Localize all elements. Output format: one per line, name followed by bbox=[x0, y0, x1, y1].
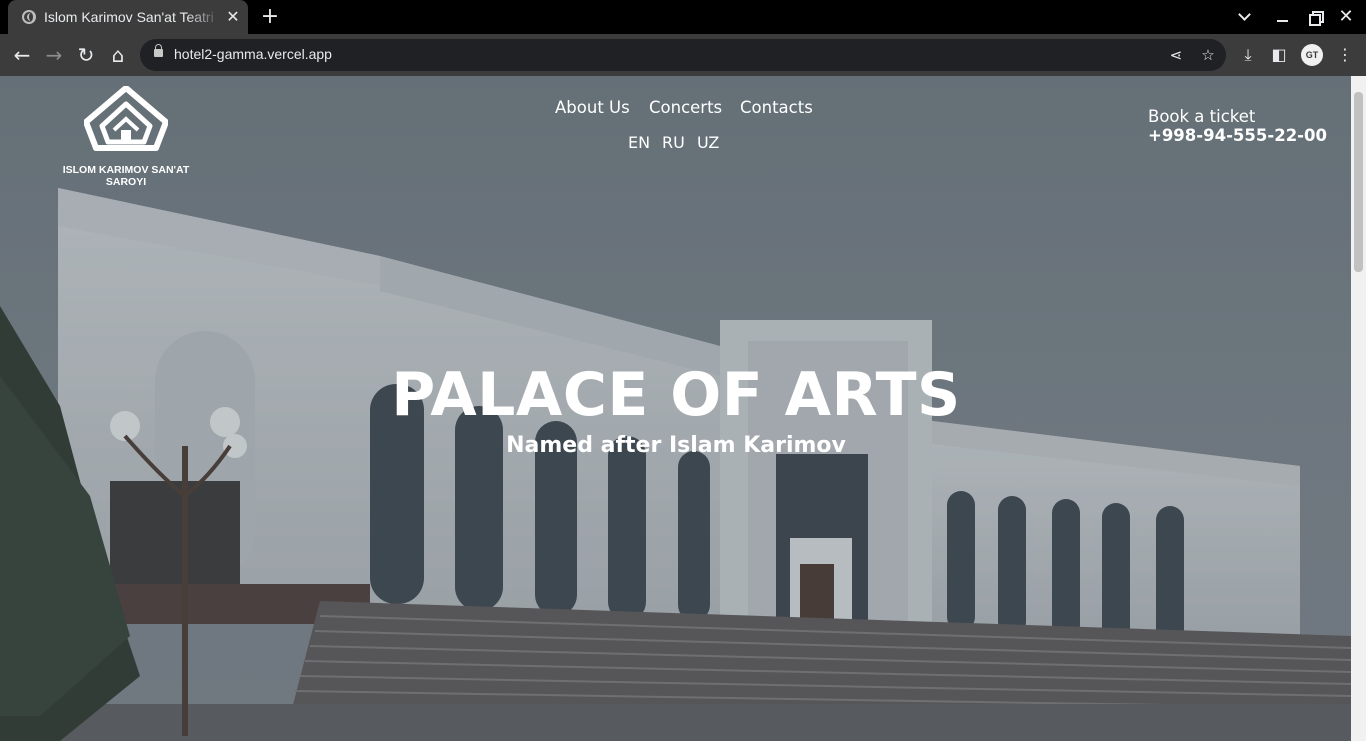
back-arrow-icon[interactable]: ← bbox=[9, 42, 35, 68]
profile-avatar[interactable]: GT bbox=[1301, 44, 1323, 66]
language-switcher: EN RU UZ bbox=[620, 133, 730, 153]
minimize-window-button[interactable] bbox=[1272, 6, 1294, 28]
page-scrollbar[interactable] bbox=[1351, 76, 1366, 741]
restore-window-button[interactable] bbox=[1304, 6, 1326, 28]
globe-icon bbox=[22, 10, 36, 24]
home-icon[interactable]: ⌂ bbox=[105, 42, 131, 68]
palace-logo-icon bbox=[84, 86, 168, 151]
browser-menu-icon[interactable]: ⋮ bbox=[1334, 44, 1356, 66]
share-icon[interactable]: ⋖ bbox=[1166, 45, 1186, 65]
main-nav: About Us Concerts Contacts bbox=[545, 98, 825, 120]
scrollbar-thumb[interactable] bbox=[1354, 92, 1363, 272]
bookmark-star-icon[interactable]: ☆ bbox=[1198, 45, 1218, 65]
hero-title: PALACE OF ARTS bbox=[391, 360, 961, 430]
lang-en[interactable]: EN bbox=[628, 133, 650, 152]
tab-title: Islom Karimov San'at Teatri bbox=[44, 9, 214, 25]
tab-search-chevron-icon[interactable] bbox=[1234, 6, 1256, 28]
lang-ru[interactable]: RU bbox=[662, 133, 685, 152]
download-icon[interactable]: ⤓ bbox=[1237, 44, 1259, 66]
reload-icon[interactable]: ↻ bbox=[73, 42, 99, 68]
nav-contacts[interactable]: Contacts bbox=[740, 98, 813, 117]
side-panel-icon[interactable]: ◧ bbox=[1268, 44, 1290, 66]
address-bar[interactable]: hotel2-gamma.vercel.app ⋖ ☆ bbox=[140, 39, 1226, 71]
close-tab-icon[interactable]: ✕ bbox=[224, 8, 242, 26]
logo-text: ISLOM KARIMOV SAN'AT SAROYI bbox=[62, 164, 190, 188]
book-ticket-label: Book a ticket bbox=[1148, 107, 1256, 126]
hero-subtitle: Named after Islam Karimov bbox=[506, 433, 846, 458]
ticket-phone-link[interactable]: +998-94-555-22-00 bbox=[1148, 126, 1327, 145]
browser-toolbar: ← → ↻ ⌂ hotel2-gamma.vercel.app ⋖ ☆ ⤓ ◧ … bbox=[0, 34, 1366, 76]
url-text[interactable]: hotel2-gamma.vercel.app bbox=[174, 46, 332, 62]
nav-about-us[interactable]: About Us bbox=[555, 98, 630, 117]
browser-tab-strip: Islom Karimov San'at Teatri ✕ + ✕ bbox=[0, 0, 1366, 34]
lang-uz[interactable]: UZ bbox=[697, 133, 719, 152]
lock-icon[interactable] bbox=[154, 44, 163, 57]
close-window-button[interactable]: ✕ bbox=[1335, 6, 1357, 28]
forward-arrow-icon[interactable]: → bbox=[41, 42, 67, 68]
site-logo[interactable]: ISLOM KARIMOV SAN'AT SAROYI bbox=[50, 86, 202, 188]
browser-tab[interactable]: Islom Karimov San'at Teatri ✕ bbox=[8, 0, 248, 34]
new-tab-button[interactable]: + bbox=[258, 5, 282, 29]
nav-concerts[interactable]: Concerts bbox=[649, 98, 722, 117]
page-viewport: ISLOM KARIMOV SAN'AT SAROYI About Us Con… bbox=[0, 76, 1351, 741]
